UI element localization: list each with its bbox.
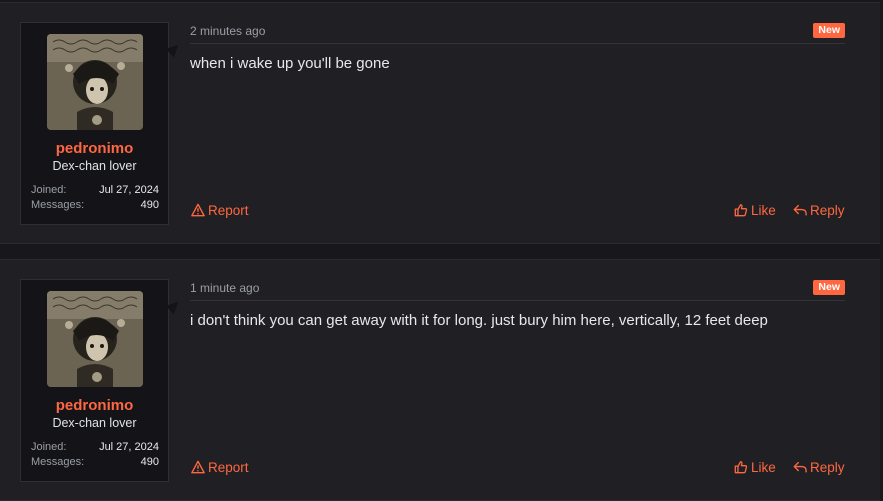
reply-arrow-icon xyxy=(793,203,807,217)
like-label: Like xyxy=(751,202,776,218)
warning-triangle-icon xyxy=(191,460,205,474)
thumbs-up-icon xyxy=(734,460,748,474)
user-card: pedronimo Dex-chan lover Joined: Jul 27,… xyxy=(20,22,169,225)
reply-arrow-icon xyxy=(793,460,807,474)
post-time[interactable]: 1 minute ago xyxy=(190,281,259,295)
post-body: i don't think you can get away with it f… xyxy=(190,312,768,329)
joined-value: Jul 27, 2024 xyxy=(99,184,159,196)
reply-label: Reply xyxy=(810,202,845,218)
post-time[interactable]: 2 minutes ago xyxy=(190,24,265,38)
messages-value: 490 xyxy=(140,199,159,211)
username-link[interactable]: pedronimo xyxy=(21,140,168,157)
reply-button[interactable]: Reply xyxy=(793,202,845,218)
post-body: when i wake up you'll be gone xyxy=(190,55,390,72)
message-post: pedronimo Dex-chan lover Joined: Jul 27,… xyxy=(0,259,880,501)
new-badge: New xyxy=(813,23,845,38)
like-label: Like xyxy=(751,459,776,475)
new-badge: New xyxy=(813,280,845,295)
joined-label: Joined: xyxy=(31,184,67,196)
messages-label: Messages: xyxy=(31,199,85,211)
like-button[interactable]: Like xyxy=(734,459,776,475)
messages-stat: Messages: 490 xyxy=(31,456,159,468)
user-title: Dex-chan lover xyxy=(52,159,137,173)
messages-stat: Messages: 490 xyxy=(31,199,159,211)
messages-label: Messages: xyxy=(31,456,85,468)
user-title: Dex-chan lover xyxy=(52,416,137,430)
avatar[interactable] xyxy=(47,291,143,387)
message-post: pedronimo Dex-chan lover Joined: Jul 27,… xyxy=(0,2,880,244)
thumbs-up-icon xyxy=(734,203,748,217)
warning-triangle-icon xyxy=(191,203,205,217)
messages-value: 490 xyxy=(140,456,159,468)
report-label: Report xyxy=(208,202,249,218)
avatar[interactable] xyxy=(47,34,143,130)
post-meta: 2 minutes ago New xyxy=(190,23,845,44)
reply-button[interactable]: Reply xyxy=(793,459,845,475)
report-label: Report xyxy=(208,459,249,475)
joined-label: Joined: xyxy=(31,441,67,453)
like-button[interactable]: Like xyxy=(734,202,776,218)
reply-label: Reply xyxy=(810,459,845,475)
joined-stat: Joined: Jul 27, 2024 xyxy=(31,441,159,453)
post-meta: 1 minute ago New xyxy=(190,280,845,301)
username-link[interactable]: pedronimo xyxy=(21,397,168,414)
user-card: pedronimo Dex-chan lover Joined: Jul 27,… xyxy=(20,279,169,482)
report-button[interactable]: Report xyxy=(191,459,249,475)
joined-stat: Joined: Jul 27, 2024 xyxy=(31,184,159,196)
joined-value: Jul 27, 2024 xyxy=(99,441,159,453)
report-button[interactable]: Report xyxy=(191,202,249,218)
